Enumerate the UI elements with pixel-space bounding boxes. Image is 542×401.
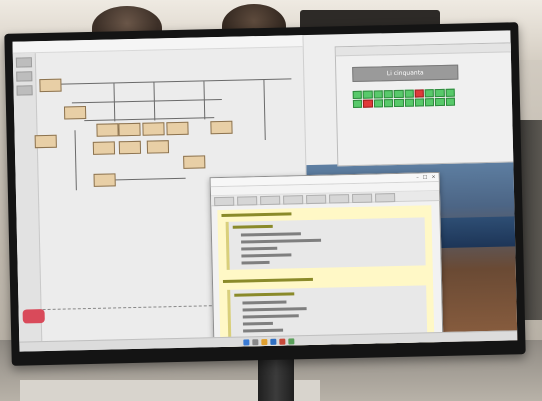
code-line: [243, 328, 284, 333]
game-window: Li cinquanta: [334, 42, 516, 167]
tool-icon[interactable]: [15, 57, 33, 68]
diagram-node[interactable]: [118, 140, 142, 155]
window-controls: – □ ×: [416, 173, 436, 182]
diagram-node[interactable]: [39, 78, 62, 93]
diagram-toolbar: [12, 53, 43, 342]
toolbar-button[interactable]: [306, 194, 327, 205]
taskbar-app-icon[interactable]: [278, 338, 285, 345]
diagram-node[interactable]: [166, 121, 189, 136]
game-cell[interactable]: [363, 99, 373, 108]
minimize-icon[interactable]: –: [416, 173, 419, 182]
diagram-node[interactable]: [63, 106, 87, 120]
code-line: [234, 292, 295, 297]
taskbar-app-icon[interactable]: [269, 338, 276, 345]
diagram-node[interactable]: [142, 122, 165, 136]
toolbar-button[interactable]: [375, 193, 396, 203]
game-grid: [352, 88, 456, 108]
code-line: [232, 224, 273, 229]
close-icon[interactable]: ×: [431, 173, 435, 182]
code-line: [242, 321, 273, 326]
diagram-edge: [74, 130, 77, 191]
diagram-node[interactable]: [92, 141, 116, 155]
notification-badge[interactable]: [22, 309, 45, 324]
diagram-edge: [71, 98, 222, 104]
code-line: [242, 300, 287, 305]
maximize-icon[interactable]: □: [423, 173, 428, 182]
game-cell[interactable]: [435, 88, 445, 98]
code-line: [240, 232, 301, 237]
diagram-edge: [203, 81, 206, 120]
toolbar-button[interactable]: [237, 196, 258, 206]
game-cell[interactable]: [414, 98, 425, 107]
game-cell[interactable]: [383, 99, 394, 108]
taskbar-app-icon[interactable]: [287, 338, 294, 345]
toolbar-button[interactable]: [260, 195, 281, 206]
code-line: [221, 212, 292, 217]
code-block: [225, 217, 426, 270]
diagram-node[interactable]: [146, 140, 170, 154]
game-cell[interactable]: [445, 97, 456, 106]
code-area[interactable]: [217, 205, 435, 352]
game-cell[interactable]: [362, 90, 373, 99]
diagram-node[interactable]: [34, 134, 57, 149]
taskbar-app-icon[interactable]: [260, 338, 267, 346]
toolbar-button[interactable]: [329, 194, 350, 204]
diagram-node[interactable]: [210, 120, 233, 135]
game-cell[interactable]: [435, 97, 445, 107]
monitor-screen: Li cinquanta – □ ×: [12, 30, 518, 352]
game-cell[interactable]: [373, 90, 383, 99]
diagram-node[interactable]: [96, 123, 119, 137]
monitor: Li cinquanta – □ ×: [4, 22, 526, 366]
code-line: [241, 260, 270, 265]
game-cell[interactable]: [404, 98, 414, 107]
game-titlebar: [335, 43, 512, 57]
diagram-edge: [61, 78, 292, 85]
search-icon[interactable]: [251, 339, 258, 346]
game-cell[interactable]: [352, 90, 363, 99]
diagram-node[interactable]: [118, 122, 141, 137]
game-cell[interactable]: [414, 89, 424, 98]
diagram-edge: [113, 83, 116, 122]
toolbar-button[interactable]: [283, 195, 304, 205]
game-cell[interactable]: [445, 88, 455, 97]
code-editor-window: – □ ×: [209, 172, 444, 352]
diagram-edge: [153, 82, 156, 121]
diagram-menubar: [12, 35, 303, 54]
game-cell[interactable]: [352, 99, 363, 108]
game-cell[interactable]: [424, 89, 435, 98]
game-cell[interactable]: [424, 98, 435, 107]
diagram-edge: [84, 117, 215, 122]
toolbar-button[interactable]: [352, 193, 373, 204]
monitor-stand: [258, 356, 294, 401]
start-icon[interactable]: [242, 339, 249, 346]
tool-icon[interactable]: [16, 71, 33, 82]
game-cell[interactable]: [373, 99, 383, 108]
code-line: [241, 246, 278, 251]
diagram-edge: [263, 79, 266, 140]
code-line: [241, 238, 322, 244]
tool-icon[interactable]: [16, 85, 33, 96]
code-line: [222, 277, 313, 283]
game-banner: Li cinquanta: [352, 64, 459, 82]
code-line: [242, 307, 307, 312]
code-line: [241, 253, 292, 258]
diagram-node[interactable]: [93, 173, 116, 187]
photo-scene: Li cinquanta – □ ×: [0, 0, 542, 401]
game-cell[interactable]: [404, 89, 414, 98]
code-line: [242, 314, 299, 319]
toolbar-button[interactable]: [214, 196, 235, 207]
game-cell[interactable]: [383, 90, 394, 99]
diagram-node[interactable]: [183, 155, 206, 169]
game-cell[interactable]: [394, 98, 404, 108]
game-cell[interactable]: [393, 89, 404, 99]
